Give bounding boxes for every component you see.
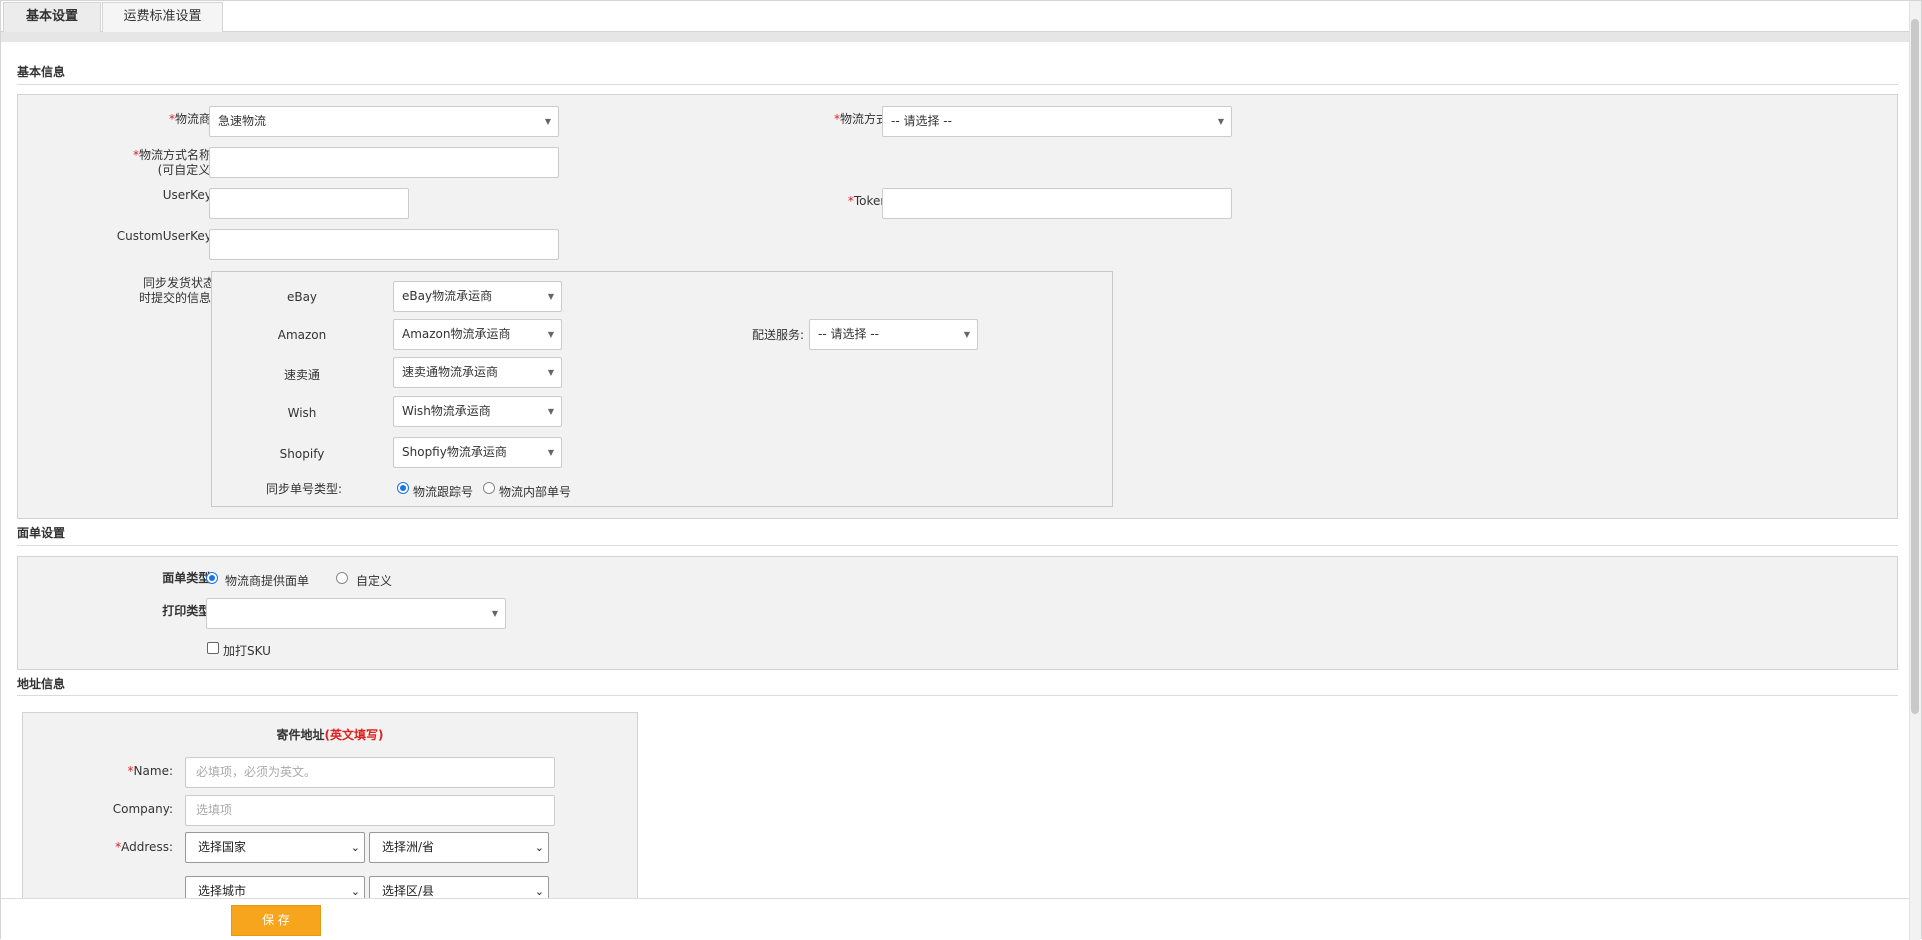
delivery-service-label: 配送服务: <box>751 328 804 342</box>
radio-custom-label-text: 自定义 <box>356 574 393 588</box>
dropdown-arrow-icon: ▼ <box>963 330 970 339</box>
platform-label-aliexpress: 速卖通 <box>283 368 320 382</box>
userkey-input[interactable] <box>209 188 409 219</box>
chevron-down-icon: ⌄ <box>534 841 544 854</box>
section-divider <box>17 84 1898 85</box>
basic-info-panel: *物流商: 急速物流 ▼ *物流方式: -- 请选择 -- ▼ *物流方式名称: (可… <box>17 94 1898 519</box>
sync-number-type-label: 同步单号类型: <box>265 482 342 496</box>
radio-custom-label[interactable] <box>336 572 348 584</box>
radio-internal-number[interactable] <box>483 482 495 494</box>
delivery-service-select[interactable]: -- 请选择 -- ▼ <box>809 319 978 350</box>
carrier-select[interactable]: 急速物流 ▼ <box>209 106 559 137</box>
radio-internal-number-label: 物流内部单号 <box>499 485 572 499</box>
dropdown-arrow-icon: ▼ <box>547 448 554 457</box>
amazon-carrier-select[interactable]: Amazon物流承运商 ▼ <box>393 319 562 350</box>
sync-info-box: eBay eBay物流承运商 ▼ Amazon Amazon物流承运商 ▼ 配送服务… <box>211 271 1113 507</box>
wish-carrier-select[interactable]: Wish物流承运商 ▼ <box>393 396 562 427</box>
page-frame: 基本设置 运费标准设置 基本信息 *物流商: 急速物流 ▼ *物流方式: -- 请… <box>0 0 1922 940</box>
tab-shipping-fee-settings[interactable]: 运费标准设置 <box>102 2 223 32</box>
token-label: *Token: <box>847 194 892 208</box>
section-title-label-settings: 面单设置 <box>17 526 66 540</box>
company-label: Company: <box>112 802 173 816</box>
dropdown-arrow-icon: ▼ <box>547 407 554 416</box>
sender-address-title: 寄件地址(英文填写) <box>276 728 384 742</box>
dropdown-arrow-icon: ▼ <box>547 292 554 301</box>
radio-tracking-number[interactable] <box>397 482 409 494</box>
tab-bar: 基本设置 运费标准设置 <box>1 1 1911 32</box>
token-input[interactable] <box>882 188 1232 219</box>
section-title-basic: 基本信息 <box>17 65 66 79</box>
radio-tracking-number-label: 物流跟踪号 <box>413 485 474 499</box>
section-divider <box>17 695 1898 696</box>
dropdown-arrow-icon: ▼ <box>491 609 498 618</box>
footer-bar: 保 存 <box>1 898 1911 940</box>
vertical-scrollbar[interactable] <box>1909 1 1921 940</box>
aliexpress-carrier-select[interactable]: 速卖通物流承运商 ▼ <box>393 357 562 388</box>
customuserkey-input[interactable] <box>209 229 559 260</box>
platform-label-ebay: eBay <box>286 290 318 304</box>
ebay-carrier-select[interactable]: eBay物流承运商 ▼ <box>393 281 562 312</box>
print-sku-label: 加打SKU <box>223 644 271 658</box>
section-divider <box>17 545 1898 546</box>
dropdown-arrow-icon: ▼ <box>547 368 554 377</box>
method-name-input[interactable] <box>209 147 559 178</box>
radio-carrier-label[interactable] <box>206 572 218 584</box>
platform-label-amazon: Amazon <box>277 328 327 342</box>
section-title-address: 地址信息 <box>17 677 66 691</box>
state-select[interactable]: 选择洲/省 ⌄ <box>369 832 549 863</box>
label-settings-panel: 面单类型: 物流商提供面单 自定义 打印类型: ▼ 加打SKU <box>17 556 1898 670</box>
scrollbar-thumb[interactable] <box>1911 19 1919 714</box>
country-select[interactable]: 选择国家 ⌄ <box>185 832 365 863</box>
dropdown-arrow-icon: ▼ <box>547 330 554 339</box>
sender-address-box: 寄件地址(英文填写) *Name: 必填项，必须为英文。 Company: 选填… <box>22 712 638 912</box>
name-input[interactable]: 必填项，必须为英文。 <box>185 757 555 788</box>
tab-basic-settings[interactable]: 基本设置 <box>3 2 101 32</box>
userkey-label: UserKey: <box>162 188 215 202</box>
chevron-down-icon: ⌄ <box>350 841 360 854</box>
method-name-label: *物流方式名称: (可自定义) <box>132 148 215 177</box>
address-label: *Address: <box>115 840 173 854</box>
radio-carrier-label-text: 物流商提供面单 <box>225 574 310 588</box>
platform-label-wish: Wish <box>287 406 317 420</box>
company-input[interactable]: 选填项 <box>185 795 555 826</box>
save-button[interactable]: 保 存 <box>231 905 321 936</box>
platform-label-shopify: Shopify <box>279 447 325 461</box>
name-label: *Name: <box>127 764 173 778</box>
print-type-label: 打印类型: <box>162 604 215 618</box>
customuserkey-label: CustomUserKey: <box>116 229 215 243</box>
label-type-label: 面单类型: <box>162 571 215 585</box>
carrier-label: *物流商: <box>168 112 215 126</box>
print-type-select[interactable]: ▼ <box>206 598 506 629</box>
print-sku-checkbox[interactable] <box>207 642 219 654</box>
dropdown-arrow-icon: ▼ <box>1217 117 1224 126</box>
method-select[interactable]: -- 请选择 -- ▼ <box>882 106 1232 137</box>
dropdown-arrow-icon: ▼ <box>544 117 551 126</box>
method-label: *物流方式: <box>833 112 892 126</box>
tab-underline-strip <box>1 32 1911 42</box>
shopify-carrier-select[interactable]: Shopfiy物流承运商 ▼ <box>393 437 562 468</box>
sync-info-label: 同步发货状态 时提交的信息: <box>138 276 215 305</box>
